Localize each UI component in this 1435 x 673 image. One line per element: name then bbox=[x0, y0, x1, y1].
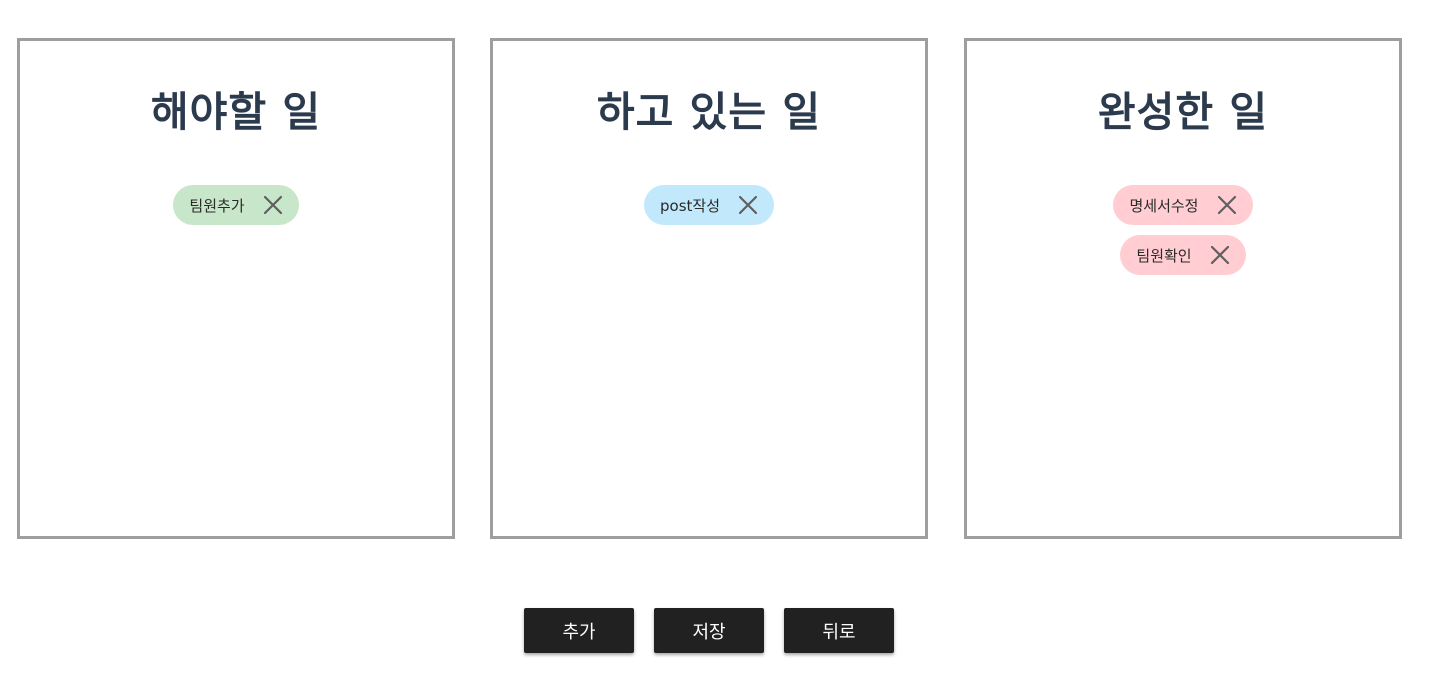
task-chip-label: 팀원추가 bbox=[189, 196, 245, 215]
task-chip-label: 명세서수정 bbox=[1129, 196, 1199, 215]
task-chip[interactable]: 명세서수정 bbox=[1113, 185, 1253, 225]
close-icon[interactable] bbox=[261, 193, 285, 217]
column-title-todo: 해야할 일 bbox=[150, 88, 322, 136]
task-chip-label: post작성 bbox=[660, 196, 720, 215]
column-done: 완성한 일 명세서수정 팀원확인 bbox=[964, 38, 1402, 539]
in-progress-item-list: post작성 bbox=[493, 185, 925, 225]
column-title-done: 완성한 일 bbox=[1097, 88, 1269, 136]
kanban-board: 해야할 일 팀원추가 하고 있는 일 post작성 완성한 일 명세서수정 팀원… bbox=[0, 0, 1435, 673]
back-button[interactable]: 뒤로 bbox=[784, 608, 894, 653]
todo-item-list: 팀원추가 bbox=[20, 185, 452, 225]
close-icon[interactable] bbox=[736, 193, 760, 217]
add-button[interactable]: 추가 bbox=[524, 608, 634, 653]
save-button[interactable]: 저장 bbox=[654, 608, 764, 653]
task-chip-label: 팀원확인 bbox=[1136, 246, 1192, 265]
column-todo: 해야할 일 팀원추가 bbox=[17, 38, 455, 539]
done-item-list: 명세서수정 팀원확인 bbox=[967, 185, 1399, 275]
task-chip[interactable]: 팀원추가 bbox=[173, 185, 299, 225]
task-chip[interactable]: post작성 bbox=[644, 185, 774, 225]
task-chip[interactable]: 팀원확인 bbox=[1120, 235, 1246, 275]
close-icon[interactable] bbox=[1208, 243, 1232, 267]
action-bar: 추가 저장 뒤로 bbox=[0, 608, 1435, 653]
column-in-progress: 하고 있는 일 post작성 bbox=[490, 38, 928, 539]
close-icon[interactable] bbox=[1215, 193, 1239, 217]
column-title-in-progress: 하고 있는 일 bbox=[596, 88, 822, 136]
